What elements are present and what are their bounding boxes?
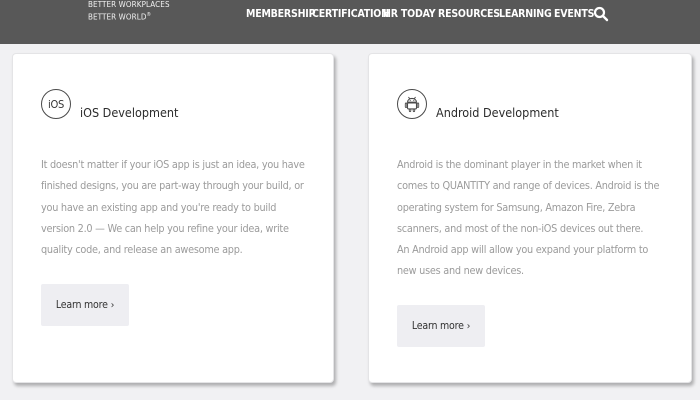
- nav-learning[interactable]: LEARNING: [499, 8, 552, 20]
- ios-development-card: iOS iOS Development It doesn't matter if…: [12, 53, 334, 383]
- android-icon: [397, 89, 427, 119]
- card-title-android: Android Development: [436, 105, 559, 120]
- learn-more-button-ios[interactable]: Learn more ›: [41, 284, 129, 326]
- nav-hr-today[interactable]: HR TODAY: [383, 8, 436, 20]
- learn-more-button-android[interactable]: Learn more ›: [397, 305, 485, 347]
- android-robot-icon: [404, 96, 420, 113]
- search-icon: [593, 6, 609, 22]
- ios-icon: iOS: [41, 89, 71, 119]
- chevron-right-icon: ›: [110, 299, 115, 311]
- brand-line-2: BETTER WORLD®: [88, 10, 170, 23]
- android-development-card: Android Development Android is the domin…: [368, 53, 692, 383]
- learn-more-label: Learn more: [411, 320, 464, 332]
- ios-icon-text: iOS: [48, 97, 64, 111]
- brand-registered-mark: ®: [146, 12, 152, 18]
- brand-line-1: BETTER WORKPLACES: [88, 0, 170, 9]
- nav-events[interactable]: EVENTS: [554, 8, 594, 20]
- card-description-android: Android is the dominant player in the ma…: [397, 154, 665, 282]
- nav-certification[interactable]: CERTIFICATION: [312, 8, 389, 20]
- nav-membership[interactable]: MEMBERSHIP: [246, 8, 316, 20]
- card-description-ios: It doesn't matter if your iOS app is jus…: [41, 154, 307, 260]
- card-title-ios: iOS Development: [80, 105, 179, 120]
- nav-resources[interactable]: RESOURCES: [438, 8, 500, 20]
- learn-more-label: Learn more: [55, 299, 108, 311]
- top-navigation-bar: BETTER WORKPLACES BETTER WORLD® MEMBERSH…: [0, 0, 700, 44]
- chevron-right-icon: ›: [466, 320, 471, 332]
- card-paragraph: Android is the dominant player in the ma…: [397, 158, 660, 235]
- search-button[interactable]: [593, 6, 609, 22]
- brand-line-2-text: BETTER WORLD: [88, 12, 147, 22]
- card-paragraph: It doesn't matter if your iOS app is jus…: [41, 158, 305, 257]
- brand-logo[interactable]: BETTER WORKPLACES BETTER WORLD®: [88, 0, 170, 23]
- card-paragraph: An Android app will allow you expand you…: [397, 243, 649, 278]
